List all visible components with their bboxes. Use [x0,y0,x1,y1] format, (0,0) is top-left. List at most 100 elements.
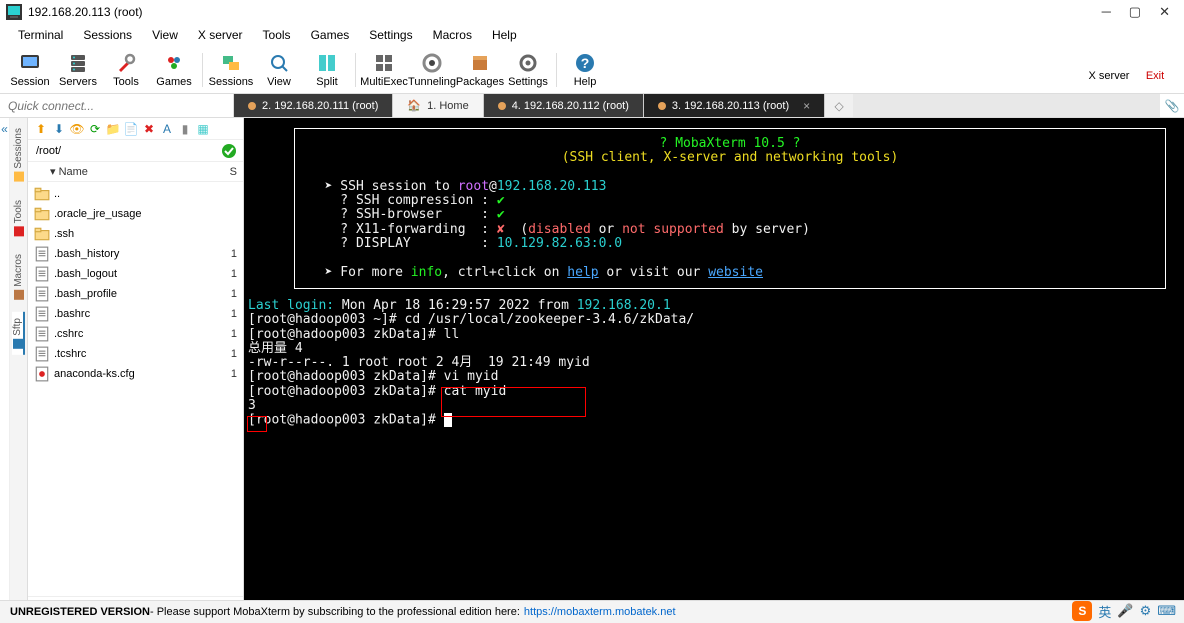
file-name: .bash_profile [54,288,219,300]
file-icon [34,247,50,261]
file-size: 1 [219,268,237,280]
upload-icon[interactable]: ⬆ [34,122,48,136]
file-name: .tcshrc [54,348,219,360]
status-bar: UNREGISTERED VERSION - Please support Mo… [0,600,1184,623]
tab-home[interactable]: 🏠1. Home [393,94,483,117]
newfolder-icon[interactable]: 📁 [106,122,120,136]
file-name: anaconda-ks.cfg [54,368,219,380]
tab-session-3-active[interactable]: 3. 192.168.20.113 (root)× [644,94,825,117]
file-icon [34,267,50,281]
file-row[interactable]: .bash_profile1 [28,284,243,304]
collapse-sidebar[interactable]: « [0,118,10,622]
menu-view[interactable]: View [142,26,188,44]
vtab-macros[interactable]: Macros [13,248,24,306]
file-row[interactable]: .oracle_jre_usage [28,204,243,224]
vtab-sftp[interactable]: Sftp [12,312,25,355]
file-row[interactable]: .bashrc1 [28,304,243,324]
file-icon [34,207,50,221]
tb-packages[interactable]: Packages [456,52,504,88]
footer-link[interactable]: https://mobaxterm.mobatek.net [524,606,676,618]
term-icon [248,102,256,110]
work-area: « Sessions Tools Macros Sftp ⬆ ⬇ 👁 ⟳ 📁 📄… [0,118,1184,622]
titlebar: 192.168.20.113 (root) ─ ▢ ✕ [0,0,1184,24]
tb-settings[interactable]: Settings [504,52,552,88]
font-icon[interactable]: A [160,122,174,136]
term-icon [498,102,506,110]
ime-voice-icon[interactable]: 🎤 [1117,603,1133,619]
new-tab-button[interactable]: ◇ [825,94,853,117]
tab-session-4[interactable]: 4. 192.168.20.112 (root) [484,94,644,117]
refresh-icon[interactable]: ⟳ [88,122,102,136]
newfile-icon[interactable]: 📄 [124,122,138,136]
file-row[interactable]: anaconda-ks.cfg1 [28,364,243,384]
menu-sessions[interactable]: Sessions [73,26,142,44]
path-ok-icon [221,143,237,159]
footer-text: - Please support MobaXterm by subscribin… [150,606,520,618]
tb-multiexec[interactable]: MultiExec [360,52,408,88]
menu-tools[interactable]: Tools [253,26,301,44]
file-size: 1 [219,308,237,320]
menu-terminal[interactable]: Terminal [8,26,73,44]
tb-servers[interactable]: Servers [54,52,102,88]
menu-macros[interactable]: Macros [423,26,482,44]
tb-tunneling[interactable]: Tunneling [408,52,456,88]
file-icon [34,227,50,241]
vtab-sessions[interactable]: Sessions [13,122,24,188]
tab-session-2[interactable]: 2. 192.168.20.111 (root) [234,94,393,117]
file-list[interactable]: ...oracle_jre_usage.ssh.bash_history1.ba… [28,182,243,596]
tb-games[interactable]: Games [150,52,198,88]
path-input[interactable] [28,145,221,157]
ime-keyboard-icon[interactable]: ⌨ [1157,603,1176,619]
menu-xserver[interactable]: X server [188,26,253,44]
attach-icon[interactable]: 📎 [1160,94,1184,117]
file-size: 1 [219,288,237,300]
maximize-button[interactable]: ▢ [1129,4,1141,20]
properties-icon[interactable]: ▮ [178,122,192,136]
menu-settings[interactable]: Settings [359,26,422,44]
ime-settings-icon[interactable]: ⚙ [1140,603,1152,619]
tb-session[interactable]: Session [6,52,54,88]
tb-xserver-toggle[interactable]: X server [1086,58,1132,82]
delete-icon[interactable]: ✖ [142,122,156,136]
quick-connect-input[interactable] [0,94,234,117]
tb-help[interactable]: ?Help [561,52,609,88]
sogou-icon[interactable]: S [1072,601,1092,621]
vtab-tools[interactable]: Tools [13,194,24,242]
tb-exit[interactable]: Exit [1132,58,1178,82]
tb-view[interactable]: View [255,52,303,88]
cursor [444,413,452,427]
file-row[interactable]: .bash_history1 [28,244,243,264]
file-row[interactable]: .cshrc1 [28,324,243,344]
file-row[interactable]: .ssh [28,224,243,244]
file-row[interactable]: .bash_logout1 [28,264,243,284]
menu-help[interactable]: Help [482,26,527,44]
file-list-header: ▾ Name S [28,162,243,182]
tb-sessions[interactable]: Sessions [207,52,255,88]
menu-games[interactable]: Games [301,26,360,44]
close-button[interactable]: ✕ [1159,4,1170,20]
file-row[interactable]: .tcshrc1 [28,344,243,364]
sftp-path [28,140,243,162]
tb-tools[interactable]: Tools [102,52,150,88]
file-name: .bash_logout [54,268,219,280]
file-name: .bash_history [54,248,219,260]
minimize-button[interactable]: ─ [1102,4,1111,20]
col-name[interactable]: ▾ Name [50,165,219,178]
tb-split[interactable]: Split [303,52,351,88]
banner-subtitle: (SSH client, X-server and networking too… [309,151,1151,165]
app-icon [6,4,22,20]
file-row[interactable]: .. [28,184,243,204]
file-name: .cshrc [54,328,219,340]
col-size[interactable]: S [219,166,237,178]
file-name: .ssh [54,228,219,240]
file-size: 1 [219,328,237,340]
permissions-icon[interactable]: ▦ [196,122,210,136]
terminal[interactable]: ? MobaXterm 10.5 ? (SSH client, X-server… [244,118,1184,622]
window-controls: ─ ▢ ✕ [1102,4,1170,20]
tab-close-icon[interactable]: × [803,99,810,113]
download-icon[interactable]: ⬇ [52,122,66,136]
file-size: 1 [219,248,237,260]
view-icon[interactable]: 👁 [70,122,84,136]
sftp-sidebar: ⬆ ⬇ 👁 ⟳ 📁 📄 ✖ A ▮ ▦ ▾ Name S ...oracle_j… [28,118,244,622]
ime-lang[interactable]: 英 [1098,602,1111,621]
